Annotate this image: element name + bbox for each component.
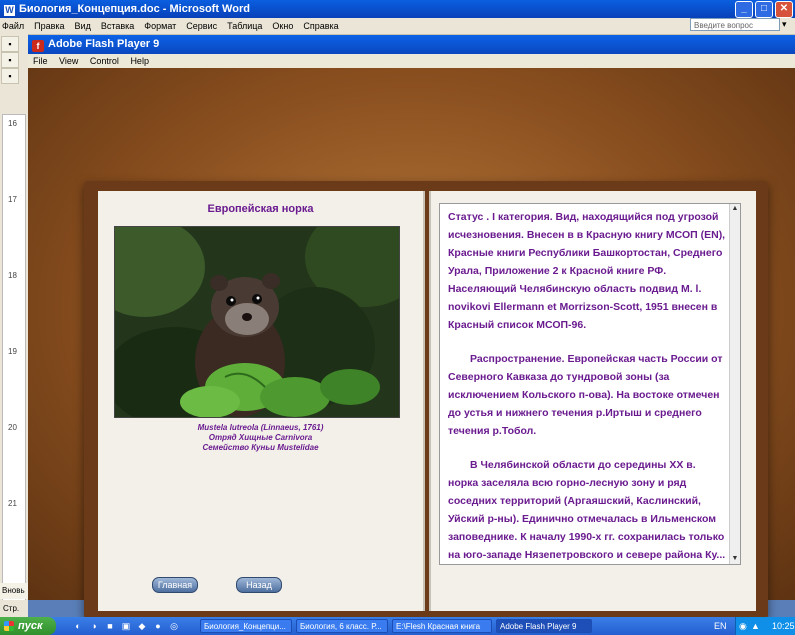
flash-menu-bar: File View Control Help <box>28 54 795 68</box>
flash-menu-view[interactable]: View <box>59 56 78 66</box>
status-paragraph: Статус . I категория. Вид, находящийся п… <box>448 211 726 331</box>
word-icon: W <box>4 5 15 16</box>
caption-family: Семейство Куньи Mustelidae <box>202 443 319 452</box>
toolbar-stub-icon[interactable]: ▪ <box>1 68 19 84</box>
quicklaunch-icon[interactable]: ▣ <box>120 620 132 632</box>
description-text: Статус . I категория. Вид, находящийся п… <box>448 208 726 564</box>
taskbar: пуск ◐ ◑ ■ ▣ ◆ ● ◎ Биология_Концепци... … <box>0 617 795 635</box>
book: Европейская норка Mustela lutreola (Linn… <box>84 181 768 619</box>
menu-tools[interactable]: Сервис <box>186 18 217 34</box>
word-title-bar[interactable]: W Биология_Концепция.doc - Microsoft Word… <box>0 0 795 18</box>
flash-icon: f <box>32 40 44 52</box>
ruler-number: 21 <box>8 499 17 508</box>
menu-edit[interactable]: Правка <box>34 18 64 34</box>
task-folder[interactable]: E:\Flesh Красная книга <box>392 619 492 633</box>
photo-caption: Mustela lutreola (Linnaeus, 1761) Отряд … <box>98 423 423 453</box>
scroll-up-icon[interactable]: ▲ <box>730 204 740 214</box>
word-left-toolbar: ▪ ▪ ▪ 16 17 18 19 20 21 <box>0 34 29 626</box>
task-biology[interactable]: Биология, 6 класс. Р... <box>296 619 388 633</box>
toolbar-stub-icon[interactable]: ▪ <box>1 52 19 68</box>
flash-menu-control[interactable]: Control <box>90 56 119 66</box>
menu-insert[interactable]: Вставка <box>101 18 134 34</box>
description-text-area[interactable]: Статус . I категория. Вид, находящийся п… <box>439 203 741 565</box>
book-left-page: Европейская норка Mustela lutreola (Linn… <box>98 191 425 611</box>
start-label: пуск <box>18 620 43 632</box>
scroll-down-icon[interactable]: ▼ <box>730 554 740 564</box>
windows-logo-icon <box>4 621 14 631</box>
ruler-number: 20 <box>8 423 17 432</box>
system-tray: ◉ ▲ 10:25 <box>735 617 795 635</box>
tray-icon[interactable]: ◉ <box>739 617 747 635</box>
quicklaunch-icon[interactable]: ◎ <box>168 620 180 632</box>
toolbar-stub-icon[interactable]: ▪ <box>1 36 19 52</box>
quicklaunch-icon[interactable]: ◐ <box>72 620 84 632</box>
book-right-page: Статус . I категория. Вид, находящийся п… <box>429 191 756 611</box>
help-dropdown-icon[interactable]: ▾ <box>782 19 787 30</box>
ruler-number: 16 <box>8 119 17 128</box>
tray-icon[interactable]: ▲ <box>751 617 760 635</box>
language-indicator[interactable]: EN <box>714 617 727 635</box>
word-status-item: Вновь <box>0 583 28 599</box>
species-title: Европейская норка <box>207 203 314 215</box>
quicklaunch-icon[interactable]: ■ <box>104 620 116 632</box>
menu-table[interactable]: Таблица <box>227 18 262 34</box>
flash-title: Adobe Flash Player 9 <box>48 38 160 50</box>
menu-file[interactable]: Файл <box>2 18 24 34</box>
caption-latin-name: Mustela lutreola (Linnaeus, 1761) <box>197 423 324 432</box>
task-flash[interactable]: Adobe Flash Player 9 <box>496 619 592 633</box>
flash-title-bar[interactable]: f Adobe Flash Player 9 <box>28 35 795 54</box>
distribution-paragraph: Распространение. Европейская часть Росси… <box>448 353 723 437</box>
ruler-number: 19 <box>8 347 17 356</box>
text-scrollbar[interactable]: ▲ ▼ <box>729 204 740 564</box>
task-word[interactable]: Биология_Концепци... <box>200 619 292 633</box>
start-button[interactable]: пуск <box>0 617 56 635</box>
word-menu-bar: Файл Правка Вид Вставка Формат Сервис Та… <box>0 18 795 35</box>
maximize-button[interactable]: □ <box>755 1 773 18</box>
flash-stage: Европейская норка Mustela lutreola (Linn… <box>28 68 795 619</box>
ruler-number: 18 <box>8 271 17 280</box>
quicklaunch-icon[interactable]: ◑ <box>88 620 100 632</box>
help-search-input[interactable]: Введите вопрос <box>690 18 780 31</box>
region-paragraph: В Челябинской области до середины XX в. … <box>448 459 726 561</box>
flash-menu-help[interactable]: Help <box>130 56 149 66</box>
caption-order: Отряд Хищные Carnivora <box>208 433 313 442</box>
word-status-page: Стр. <box>0 600 28 618</box>
ruler-number: 17 <box>8 195 17 204</box>
menu-window[interactable]: Окно <box>272 18 293 34</box>
vertical-ruler: 16 17 18 19 20 21 <box>2 114 26 626</box>
mink-photo <box>114 226 400 418</box>
flash-menu-file[interactable]: File <box>33 56 48 66</box>
menu-format[interactable]: Формат <box>144 18 176 34</box>
menu-view[interactable]: Вид <box>75 18 91 34</box>
main-button[interactable]: Главная <box>152 577 198 593</box>
close-button[interactable]: ✕ <box>775 1 793 18</box>
menu-help[interactable]: Справка <box>303 18 338 34</box>
minimize-button[interactable]: _ <box>735 1 753 18</box>
quicklaunch-icon[interactable]: ● <box>152 620 164 632</box>
word-title: Биология_Концепция.doc - Microsoft Word <box>19 3 250 15</box>
flash-window: f Adobe Flash Player 9 File View Control … <box>28 35 795 619</box>
back-button[interactable]: Назад <box>236 577 282 593</box>
clock[interactable]: 10:25 <box>772 617 795 635</box>
quicklaunch-icon[interactable]: ◆ <box>136 620 148 632</box>
